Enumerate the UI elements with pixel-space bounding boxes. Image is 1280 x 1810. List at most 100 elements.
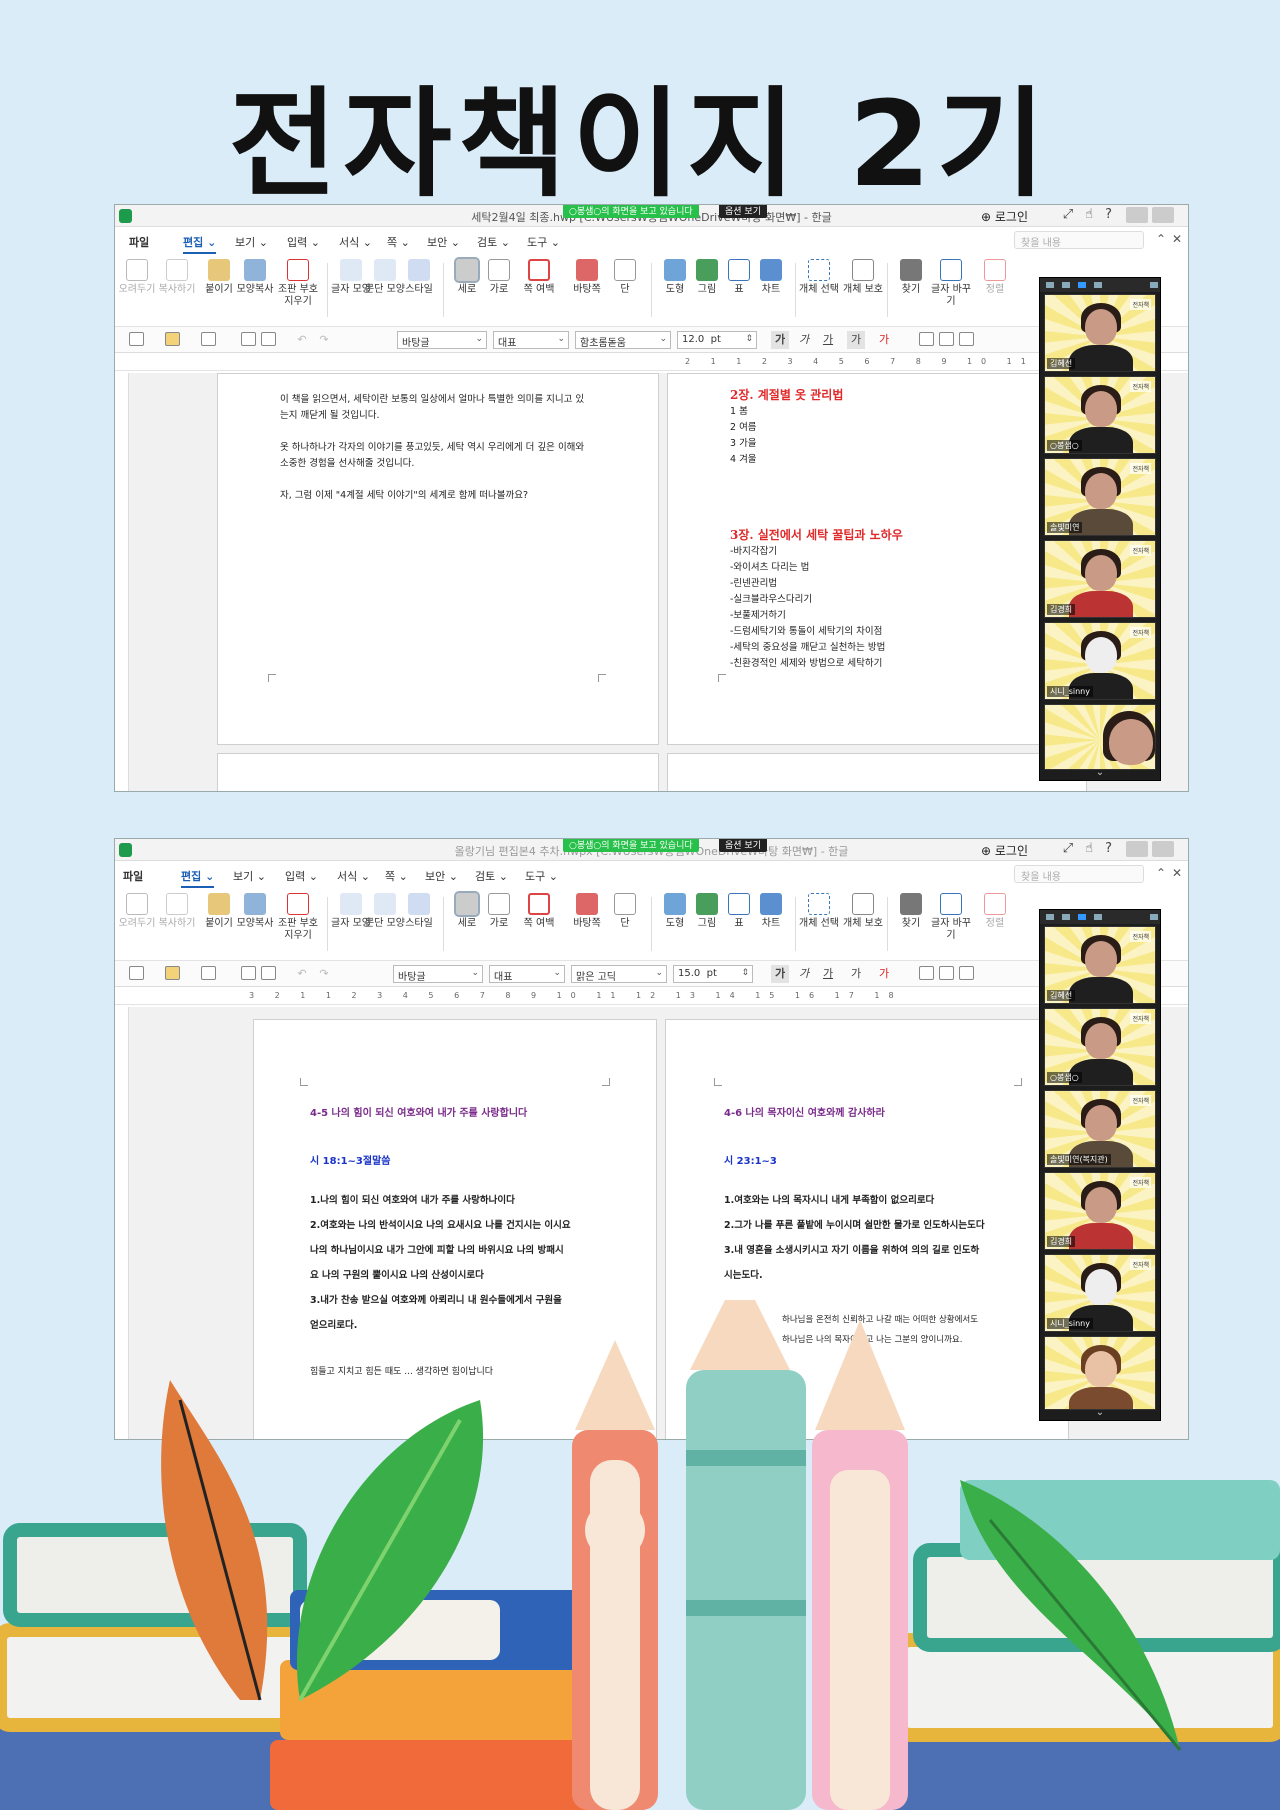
justify-icon[interactable] (919, 966, 934, 980)
strike-button[interactable]: 가 (847, 965, 865, 983)
font-color-button[interactable]: 가 (875, 965, 893, 983)
menu-format[interactable]: 서식 ⌄ (337, 868, 370, 884)
minimize-button[interactable] (1126, 207, 1148, 223)
menu-page[interactable]: 쪽 ⌄ (385, 868, 408, 884)
new-file-icon[interactable] (129, 332, 144, 346)
bold-button[interactable]: 가 (771, 965, 789, 983)
page-right[interactable]: 2장. 계절별 옷 관리법 1 봄 2 여름 3 가을 4 겨울 3장. 실전에… (667, 373, 1087, 745)
object-select-button[interactable]: 개체 선택 (799, 259, 839, 296)
page-left[interactable]: 이 책을 읽으면서, 세탁이란 보통의 일상에서 얼마나 특별한 의미를 지니고… (217, 373, 659, 745)
align-button[interactable]: 정렬 (975, 893, 1015, 930)
italic-button[interactable]: 가 (795, 965, 813, 983)
menu-view[interactable]: 보기 ⌄ (233, 868, 266, 884)
font-size-select[interactable]: 12.0 pt ⇕ (677, 331, 757, 349)
cut-button[interactable]: 오려두기 (117, 893, 157, 930)
participant-tile[interactable]: 전자책 시니_sinny (1044, 622, 1156, 700)
minimize-button[interactable] (1126, 841, 1148, 857)
close-icon[interactable]: ✕ (1172, 866, 1182, 880)
format-copy-button[interactable]: 모양복사 (235, 893, 275, 930)
window-tools-icons[interactable]: ⤢☝? (1063, 841, 1124, 856)
menu-edit[interactable]: 편집 ⌄ (181, 868, 215, 888)
maximize-button[interactable] (1152, 207, 1174, 223)
participant-tile[interactable]: 전자책 솔빛미연 (1044, 458, 1156, 536)
participant-tile[interactable]: 전자책 김경희 (1044, 540, 1156, 618)
font-color-button[interactable]: 가 (875, 331, 893, 349)
align-button[interactable]: 정렬 (975, 259, 1015, 296)
para-style-select[interactable]: 바탕글 ⌄ (393, 965, 483, 983)
object-select-button[interactable]: 개체 선택 (799, 893, 839, 930)
menu-insert[interactable]: 입력 ⌄ (287, 234, 320, 250)
style-button[interactable]: 스타일 (399, 259, 439, 296)
font-select[interactable]: 함초롬돋움 ⌄ (575, 331, 671, 349)
paste-button[interactable]: 붙이기 (199, 893, 239, 930)
language-select[interactable]: 대표 ⌄ (489, 965, 565, 983)
participant-tile[interactable]: 전자책 김혜선 (1044, 294, 1156, 372)
undo-icon[interactable]: ↶ (293, 331, 311, 349)
find-button[interactable]: 찾기 (891, 893, 931, 930)
collapse-ribbon-icon[interactable]: ⌃ (1156, 232, 1166, 246)
columns-button[interactable]: 단 (605, 893, 645, 930)
participant-tile[interactable]: 전자책 솔빛미연(복지관) (1044, 1090, 1156, 1168)
master-page-button[interactable]: 바탕쪽 (567, 893, 607, 930)
format-copy-button[interactable]: 모양복사 (235, 259, 275, 296)
columns-button[interactable]: 단 (605, 259, 645, 296)
clear-marks-button[interactable]: 조판 부호 지우기 (275, 259, 321, 308)
font-size-select[interactable]: 15.0 pt ⇕ (673, 965, 753, 983)
menu-file[interactable]: 파일 (129, 234, 149, 250)
close-icon[interactable]: ✕ (1172, 232, 1182, 246)
align-left-icon[interactable] (939, 966, 954, 980)
italic-button[interactable]: 가 (795, 331, 813, 349)
maximize-button[interactable] (1152, 841, 1174, 857)
object-protect-button[interactable]: 개체 보호 (843, 893, 883, 930)
font-select[interactable]: 맑은 고딕 ⌄ (571, 965, 667, 983)
menu-insert[interactable]: 입력 ⌄ (285, 868, 318, 884)
document-workspace[interactable]: 이 책을 읽으면서, 세탁이란 보통의 일상에서 얼마나 특별한 의미를 지니고… (115, 373, 1188, 791)
clear-marks-button[interactable]: 조판 부호 지우기 (275, 893, 321, 942)
view-options-button[interactable]: 옵션 보기 (719, 839, 767, 852)
page-margin-button[interactable]: 쪽 여백 (519, 259, 559, 296)
window-tools-icons[interactable]: ⤢☝? (1063, 207, 1124, 222)
chart-button[interactable]: 차트 (751, 893, 791, 930)
menu-review[interactable]: 검토 ⌄ (477, 234, 510, 250)
collapse-ribbon-icon[interactable]: ⌃ (1156, 866, 1166, 880)
new-file-icon[interactable] (129, 966, 144, 980)
undo-icon[interactable]: ↶ (293, 965, 311, 983)
menu-page[interactable]: 쪽 ⌄ (387, 234, 410, 250)
login-button[interactable]: ⊕ 로그인 (981, 208, 1028, 225)
underline-button[interactable]: 가 (819, 965, 837, 983)
language-select[interactable]: 대표 ⌄ (493, 331, 569, 349)
strike-button[interactable]: 가 (847, 331, 865, 349)
menu-tools[interactable]: 도구 ⌄ (525, 868, 558, 884)
find-button[interactable]: 찾기 (891, 259, 931, 296)
chevron-down-icon[interactable]: ⌄ (1040, 767, 1160, 778)
replace-button[interactable]: 글자 바꾸기 (929, 259, 973, 308)
open-folder-icon[interactable] (165, 332, 180, 346)
preview-icon[interactable] (261, 332, 276, 346)
redo-icon[interactable]: ↷ (315, 965, 333, 983)
copy-button[interactable]: 복사하기 (155, 893, 199, 930)
menu-security[interactable]: 보안 ⌄ (427, 234, 460, 250)
menu-review[interactable]: 검토 ⌄ (475, 868, 508, 884)
menu-tools[interactable]: 도구 ⌄ (527, 234, 560, 250)
style-button[interactable]: 스타일 (399, 893, 439, 930)
chart-button[interactable]: 차트 (751, 259, 791, 296)
para-style-select[interactable]: 바탕글 ⌄ (397, 331, 487, 349)
replace-button[interactable]: 글자 바꾸기 (929, 893, 973, 942)
menu-format[interactable]: 서식 ⌄ (339, 234, 372, 250)
participant-tile[interactable]: 전자책 ○봉샘○ (1044, 1008, 1156, 1086)
print-icon[interactable] (241, 966, 256, 980)
landscape-button[interactable]: 가로 (479, 893, 519, 930)
paste-button[interactable]: 붙이기 (199, 259, 239, 296)
view-options-button[interactable]: 옵션 보기 (719, 205, 767, 218)
bold-button[interactable]: 가 (771, 331, 789, 349)
master-page-button[interactable]: 바탕쪽 (567, 259, 607, 296)
menu-view[interactable]: 보기 ⌄ (235, 234, 268, 250)
participant-tile[interactable]: 전자책 김혜선 (1044, 926, 1156, 1004)
save-icon[interactable] (201, 966, 216, 980)
participant-tile[interactable]: 전자책 김경희 (1044, 1172, 1156, 1250)
print-icon[interactable] (241, 332, 256, 346)
login-button[interactable]: ⊕ 로그인 (981, 842, 1028, 859)
search-input[interactable]: 찾을 내용 (1014, 865, 1144, 883)
underline-button[interactable]: 가 (819, 331, 837, 349)
redo-icon[interactable]: ↷ (315, 331, 333, 349)
